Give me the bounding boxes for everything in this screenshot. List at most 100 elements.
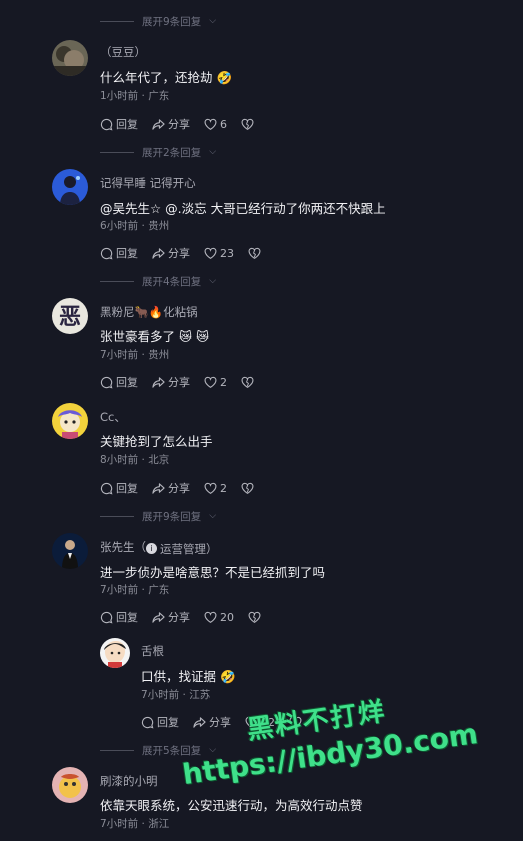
dislike-button[interactable] <box>241 118 254 131</box>
comment-meta: 1小时前 · 广东 <box>100 90 170 102</box>
broken-heart-icon <box>241 118 254 130</box>
divider <box>100 280 134 282</box>
avatar[interactable] <box>52 40 88 76</box>
comment-author[interactable]: （豆豆） <box>100 44 146 60</box>
comment-text: @吴先生☆ @.淡忘 大哥已经行动了你两还不快跟上 <box>100 201 386 216</box>
comment-meta: 7小时前 · 贵州 <box>100 349 170 361</box>
expand-replies[interactable]: 展开2条回复 ⌵ <box>100 144 216 160</box>
author-name: 张先生（ <box>100 540 146 554</box>
divider <box>100 515 134 517</box>
avatar[interactable] <box>52 767 88 803</box>
comment-text: 关键抢到了怎么出手 <box>100 434 213 449</box>
comment-actions: 回复 分享 32 <box>141 714 302 730</box>
comment-meta: 6小时前 · 贵州 <box>100 220 170 232</box>
heart-icon <box>204 118 217 130</box>
like-button[interactable]: 23 <box>204 247 234 260</box>
share-button[interactable]: 分享 <box>152 480 190 496</box>
share-button[interactable]: 分享 <box>152 609 190 625</box>
reply-button[interactable]: 回复 <box>100 116 138 132</box>
share-icon <box>152 118 165 130</box>
like-button[interactable]: 6 <box>204 118 227 131</box>
like-button[interactable]: 2 <box>204 482 227 495</box>
reply-comment: 舌根 口供，找证据 🤣 7小时前 · 江苏 回复 分享 32 <box>0 638 523 738</box>
expand-replies[interactable]: 展开4条回复 ⌵ <box>100 273 216 289</box>
comment-actions: 回复 分享 23 <box>100 245 261 261</box>
like-button[interactable]: 2 <box>204 376 227 389</box>
share-icon <box>152 611 165 623</box>
avatar[interactable] <box>100 638 130 668</box>
comment-text: 什么年代了，还抢劫 🤣 <box>100 70 233 85</box>
comment-icon <box>100 247 113 259</box>
expand-replies-label: 展开4条回复 <box>142 275 202 288</box>
svg-text:恶: 恶 <box>59 304 81 330</box>
heart-icon <box>204 376 217 388</box>
share-icon <box>193 716 206 728</box>
comment-author[interactable]: 刷漆的小明 <box>100 773 158 789</box>
like-button[interactable]: 32 <box>245 716 275 729</box>
share-button[interactable]: 分享 <box>193 714 231 730</box>
reply-button[interactable]: 回复 <box>141 714 179 730</box>
like-button[interactable]: 20 <box>204 611 234 624</box>
broken-heart-icon <box>248 247 261 259</box>
chevron-down-icon: ⌵ <box>209 147 217 157</box>
share-button[interactable]: 分享 <box>152 374 190 390</box>
divider <box>100 151 134 153</box>
comment-author[interactable]: 记得早睡 记得开心 <box>100 175 196 191</box>
comment-author[interactable]: 张先生（ i 运营管理） <box>100 539 218 557</box>
comment-actions: 回复 分享 20 <box>100 609 261 625</box>
comment-actions: 回复 分享 2 <box>100 480 254 496</box>
expand-replies[interactable]: 展开9条回复 ⌵ <box>100 508 216 524</box>
comment-text: 进一步侦办是啥意思？不是已经抓到了吗 <box>100 565 326 580</box>
avatar[interactable] <box>52 169 88 205</box>
comment: 张先生（ i 运营管理） 进一步侦办是啥意思？不是已经抓到了吗 7小时前 · 广东 … <box>0 533 523 633</box>
comment-icon <box>100 118 113 130</box>
avatar[interactable] <box>52 403 88 439</box>
broken-heart-icon <box>241 376 254 388</box>
comment-actions: 回复 分享 6 <box>100 116 254 132</box>
dislike-button[interactable] <box>241 376 254 389</box>
chevron-down-icon: ⌵ <box>209 276 217 286</box>
dislike-button[interactable] <box>241 482 254 495</box>
reply-button[interactable]: 回复 <box>100 374 138 390</box>
comment: 刷漆的小明 依靠天眼系统，公安迅速行动，为高效行动点赞 7小时前 · 浙江 <box>0 767 523 841</box>
comment-icon <box>100 482 113 494</box>
comment-text: 依靠天眼系统，公安迅速行动，为高效行动点赞 <box>100 798 363 813</box>
avatar[interactable]: 恶 <box>52 298 88 334</box>
broken-heart-icon <box>289 716 302 728</box>
share-button[interactable]: 分享 <box>152 116 190 132</box>
badge-icon: i <box>146 543 157 554</box>
comment-meta: 7小时前 · 广东 <box>100 584 170 596</box>
dislike-button[interactable] <box>248 247 261 260</box>
dislike-button[interactable] <box>248 611 261 624</box>
comment-text: 口供，找证据 🤣 <box>141 669 236 684</box>
divider <box>100 20 134 22</box>
expand-replies-label: 展开5条回复 <box>142 744 202 757</box>
expand-replies[interactable]: 展开5条回复 ⌵ <box>100 742 216 758</box>
comment-author[interactable]: 舌根 <box>141 643 164 659</box>
reply-button[interactable]: 回复 <box>100 480 138 496</box>
avatar[interactable] <box>52 533 88 569</box>
heart-icon <box>204 611 217 623</box>
comment-text: 张世豪看多了 😿 😿 <box>100 329 210 344</box>
expand-replies[interactable]: 展开9条回复 ⌵ <box>100 13 216 29</box>
divider <box>100 749 134 751</box>
comment: （豆豆） 什么年代了，还抢劫 🤣 1小时前 · 广东 回复 分享 6 <box>0 40 523 140</box>
comment: 记得早睡 记得开心 @吴先生☆ @.淡忘 大哥已经行动了你两还不快跟上 6小时前… <box>0 169 523 269</box>
comment-meta: 7小时前 · 浙江 <box>100 818 170 830</box>
comment-meta: 8小时前 · 北京 <box>100 454 170 466</box>
chevron-down-icon: ⌵ <box>209 511 217 521</box>
reply-button[interactable]: 回复 <box>100 245 138 261</box>
comment: Cc、 关键抢到了怎么出手 8小时前 · 北京 回复 分享 2 <box>0 403 523 503</box>
share-button[interactable]: 分享 <box>152 245 190 261</box>
share-icon <box>152 376 165 388</box>
comment: 恶 黑粉尼🐂🔥化粘锅 张世豪看多了 😿 😿 7小时前 · 贵州 回复 分享 2 <box>0 298 523 398</box>
share-icon <box>152 247 165 259</box>
comment-author[interactable]: Cc、 <box>100 409 126 425</box>
reply-button[interactable]: 回复 <box>100 609 138 625</box>
chevron-down-icon: ⌵ <box>209 745 217 755</box>
expand-replies-label: 展开9条回复 <box>142 15 202 28</box>
comment-icon <box>100 611 113 623</box>
dislike-button[interactable] <box>289 716 302 729</box>
heart-icon <box>204 482 217 494</box>
comment-author[interactable]: 黑粉尼🐂🔥化粘锅 <box>100 304 198 320</box>
